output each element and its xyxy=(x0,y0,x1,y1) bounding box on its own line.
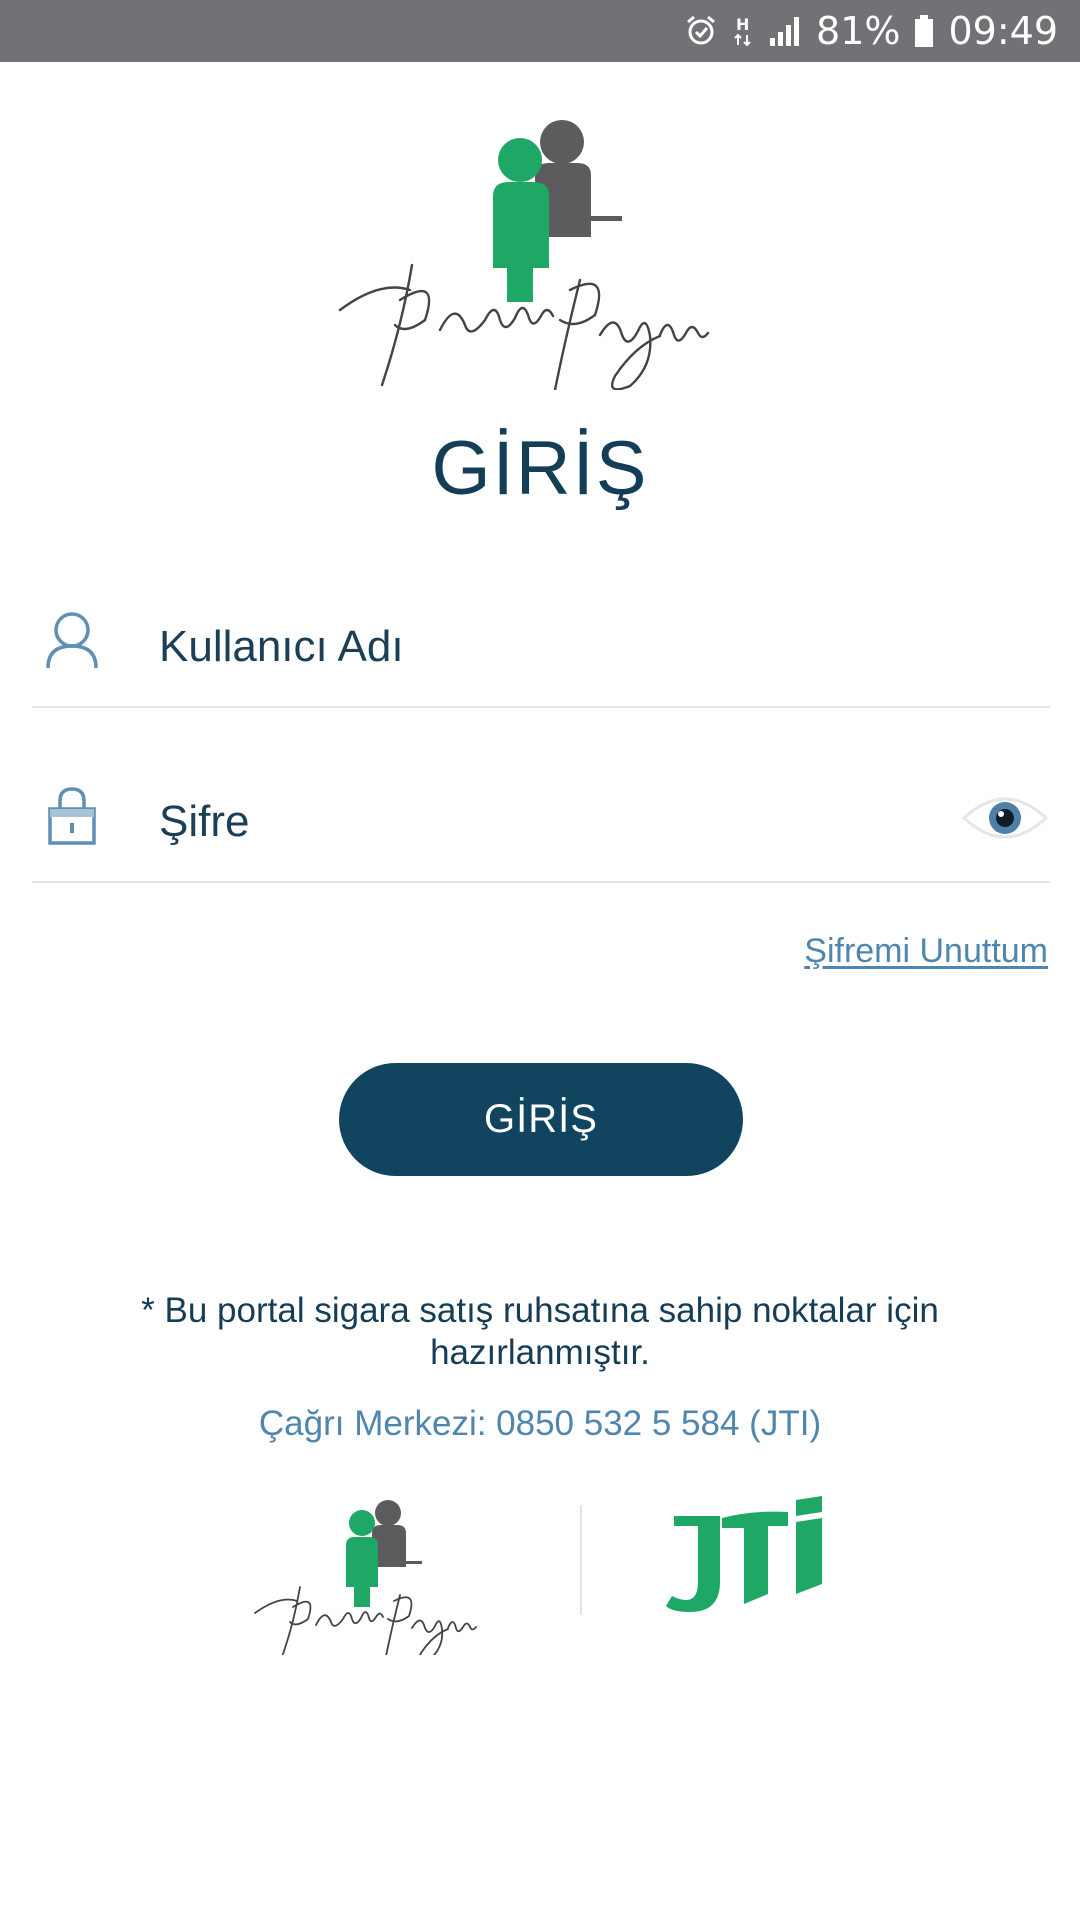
svg-text:H: H xyxy=(736,15,749,34)
jti-logo xyxy=(664,1496,834,1620)
benim-bayim-small-logo xyxy=(250,1495,500,1662)
battery-percent: 81% xyxy=(816,9,901,53)
clock: 09:49 xyxy=(948,9,1058,53)
login-button[interactable]: GİRİŞ xyxy=(339,1063,743,1176)
user-icon xyxy=(42,608,102,672)
logo-divider xyxy=(580,1505,582,1615)
password-placeholder: Şifre xyxy=(159,797,250,846)
call-center-text: Çağrı Merkezi: 0850 532 5 584 (JTI) xyxy=(258,1404,822,1443)
eye-icon[interactable] xyxy=(960,787,1050,849)
network-h-icon: H xyxy=(732,14,754,48)
battery-icon xyxy=(914,14,934,48)
username-placeholder: Kullanıcı Adı xyxy=(159,622,404,671)
status-bar: H 81% 09:49 xyxy=(0,0,1080,62)
lock-icon xyxy=(42,783,102,847)
page-title: GİRİŞ xyxy=(431,426,649,511)
license-notice: * Bu portal sigara satış ruhsatına sahip… xyxy=(141,1291,939,1372)
password-field[interactable]: Şifre xyxy=(32,783,1050,883)
benim-bayim-logo xyxy=(330,110,750,392)
forgot-password-link[interactable]: Şifremi Unuttum xyxy=(804,932,1048,971)
username-field[interactable]: Kullanıcı Adı xyxy=(32,608,1050,708)
signal-icon xyxy=(768,14,802,48)
alarm-icon xyxy=(684,14,718,48)
